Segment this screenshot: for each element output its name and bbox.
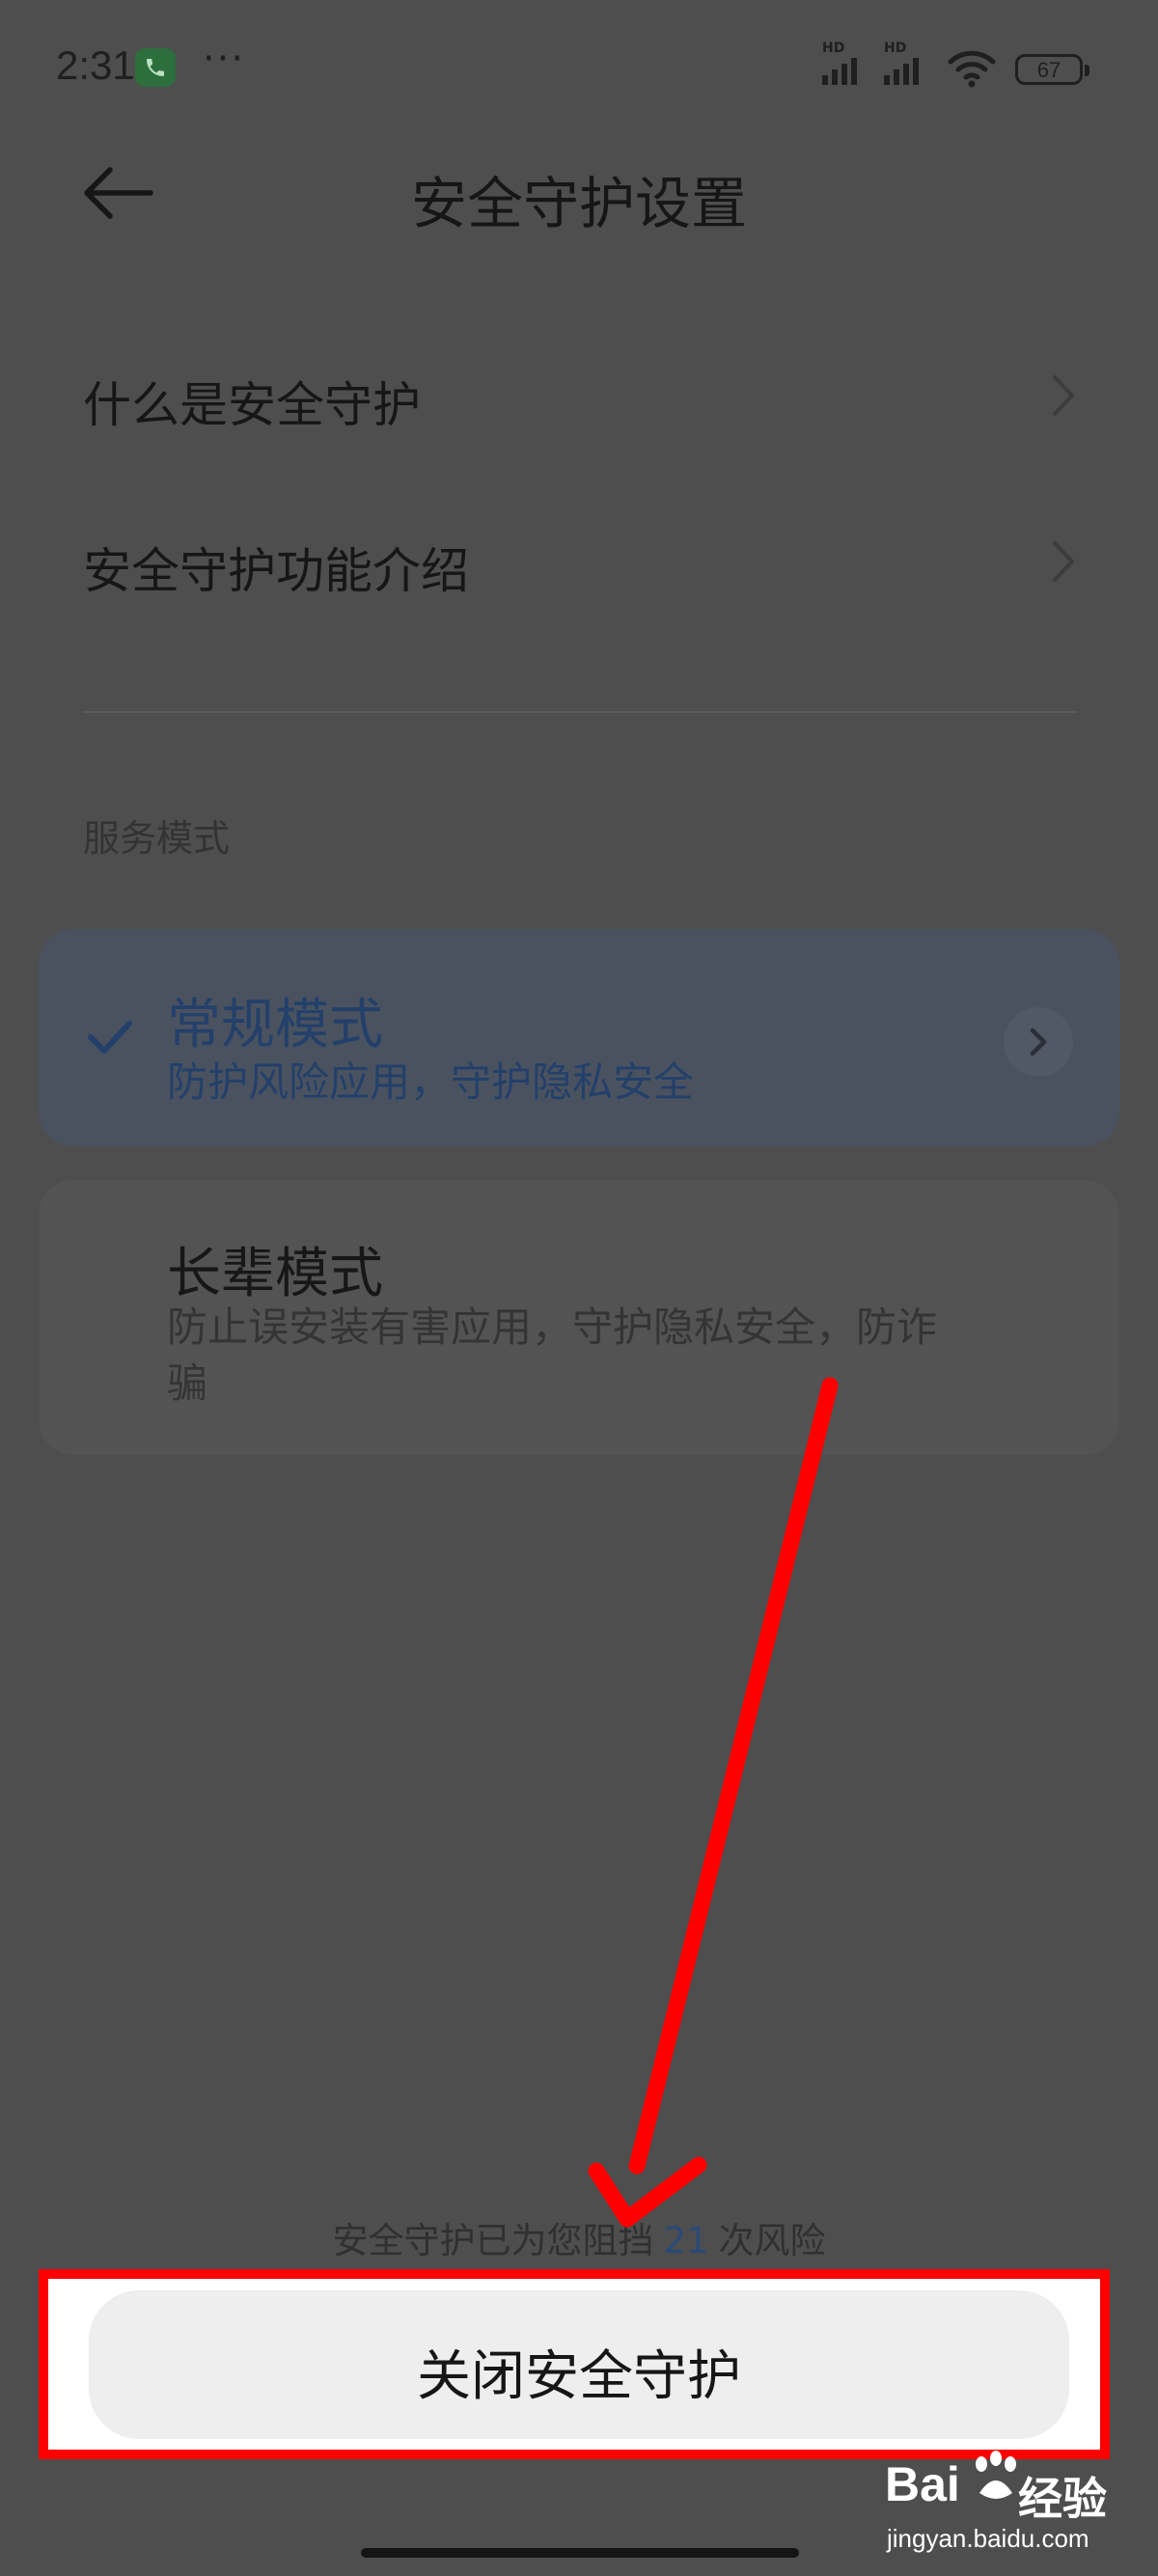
watermark-logo: Bai <box>885 2457 960 2511</box>
home-indicator[interactable] <box>361 2548 799 2558</box>
annotation-arrow-icon <box>588 1377 839 2228</box>
baidu-jingyan-watermark: Bai 经验 jingyan.baidu.com <box>873 2431 1153 2576</box>
page: 2:31 ··· HD HD 67 安全守护设置 什么是安全守护 安全守护功能介… <box>0 0 1158 2576</box>
watermark-url: jingyan.baidu.com <box>887 2524 1089 2553</box>
watermark-logo-cn: 经验 <box>1018 2473 1107 2525</box>
paw-logo-icon <box>976 2451 1016 2499</box>
